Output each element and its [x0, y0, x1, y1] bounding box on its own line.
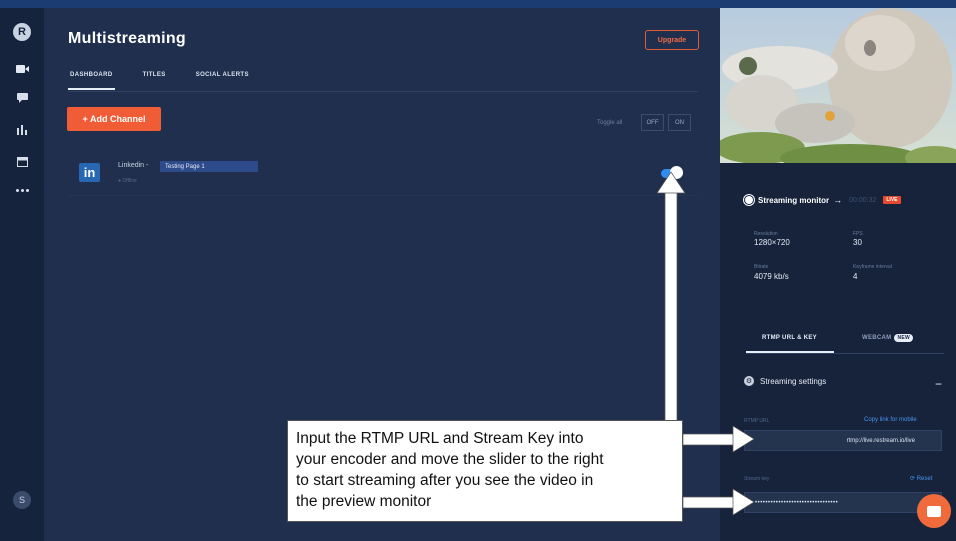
- support-chat-button[interactable]: [917, 494, 951, 528]
- chat-icon[interactable]: [0, 88, 44, 108]
- toggle-all-on-button[interactable]: ON: [668, 114, 691, 131]
- rtmp-url-label: RTMP URL: [744, 418, 770, 424]
- calendar-icon[interactable]: [0, 151, 44, 171]
- logo-mark: R: [13, 23, 31, 41]
- globe-icon: [744, 195, 754, 205]
- settings-title: Streaming settings: [760, 376, 827, 386]
- streaming-settings-header[interactable]: ⚙ Streaming settings: [744, 376, 826, 386]
- resolution-value: 1280×720: [754, 238, 790, 247]
- reset-key-link[interactable]: ⟳ Reset: [910, 475, 932, 482]
- main-tabs: DASHBOARD TITLES SOCIAL ALERTS: [68, 68, 251, 90]
- left-rail: R S: [0, 8, 44, 541]
- linkedin-icon: in: [79, 163, 100, 182]
- channel-name: Linkedin -: [118, 162, 149, 169]
- callout-line: to start streaming after you see the vid…: [296, 472, 594, 489]
- tab-dashboard[interactable]: DASHBOARD: [68, 68, 115, 90]
- settings-gear-icon: ⚙: [744, 376, 754, 386]
- restream-logo-icon[interactable]: R: [0, 22, 44, 42]
- callout-line: your encoder and move the slider to the …: [296, 451, 604, 468]
- live-badge: LIVE: [883, 196, 901, 204]
- video-preview: [720, 8, 956, 163]
- right-panel: Streaming monitor → 00:00:32 LIVE Resolu…: [720, 8, 956, 541]
- monitor-title: Streaming monitor: [758, 195, 830, 205]
- page-title: Multistreaming: [68, 30, 186, 47]
- more-icon[interactable]: [0, 180, 44, 200]
- tab-titles[interactable]: TITLES: [141, 68, 168, 90]
- keyframe-value: 4: [853, 272, 858, 281]
- channel-page-tag: Testing Page 1: [160, 161, 258, 172]
- reset-label: Reset: [916, 476, 933, 482]
- toggle-all-off-button[interactable]: OFF: [641, 114, 664, 131]
- analytics-icon[interactable]: [0, 120, 44, 140]
- tab-social-alerts[interactable]: SOCIAL ALERTS: [194, 68, 251, 90]
- upgrade-button[interactable]: Upgrade: [645, 30, 699, 50]
- bitrate-value: 4079 kb/s: [754, 272, 789, 281]
- tabs-divider: [68, 91, 698, 92]
- chat-bubble-icon: [927, 505, 941, 517]
- arrow-right-icon: →: [833, 195, 843, 205]
- add-channel-button[interactable]: + Add Channel: [67, 107, 161, 131]
- channel-row-divider: [68, 195, 698, 196]
- top-strip: [0, 0, 956, 8]
- settings-tabs: RTMP URL & KEY WEBCAM NEW: [746, 327, 944, 351]
- callout-line: the preview monitor: [296, 493, 432, 510]
- resolution-label: Resolution: [754, 231, 778, 237]
- avatar: S: [13, 491, 31, 509]
- stream-timer: 00:00:32: [849, 196, 877, 204]
- tab-webcam-label: WEBCAM: [862, 335, 892, 341]
- settings-tabs-divider: [746, 353, 944, 354]
- video-icon[interactable]: [0, 59, 44, 79]
- keyframe-label: Keyframe interval: [853, 264, 892, 270]
- tab-rtmp-url-key[interactable]: RTMP URL & KEY: [762, 335, 817, 341]
- rtmp-url-field[interactable]: rtmp://live.restream.io/live: [744, 430, 942, 451]
- copy-link-mobile[interactable]: Copy link for mobile: [864, 417, 917, 423]
- tab-webcam[interactable]: WEBCAM NEW: [862, 334, 914, 342]
- fps-label: FPS: [853, 231, 863, 237]
- streaming-monitor-header: Streaming monitor → 00:00:32 LIVE: [744, 195, 901, 205]
- fps-value: 30: [853, 238, 862, 247]
- new-badge: NEW: [894, 334, 914, 342]
- collapse-settings-button[interactable]: −: [935, 377, 942, 391]
- instruction-callout: Input the RTMP URL and Stream Key into y…: [287, 420, 683, 522]
- stream-key-field[interactable]: ••••••••••••••••••••••••••••••••: [744, 492, 942, 513]
- bitrate-label: Bitrate: [754, 264, 769, 270]
- refresh-icon: ⟳: [910, 476, 917, 482]
- callout-line: Input the RTMP URL and Stream Key into: [296, 430, 584, 447]
- channel-status: ● Offline: [118, 178, 137, 184]
- channel-toggle-knob[interactable]: [670, 166, 683, 179]
- toggle-all-label: Toggle all: [597, 120, 623, 126]
- stream-key-label: Stream key: [744, 476, 770, 482]
- user-avatar[interactable]: S: [0, 490, 44, 510]
